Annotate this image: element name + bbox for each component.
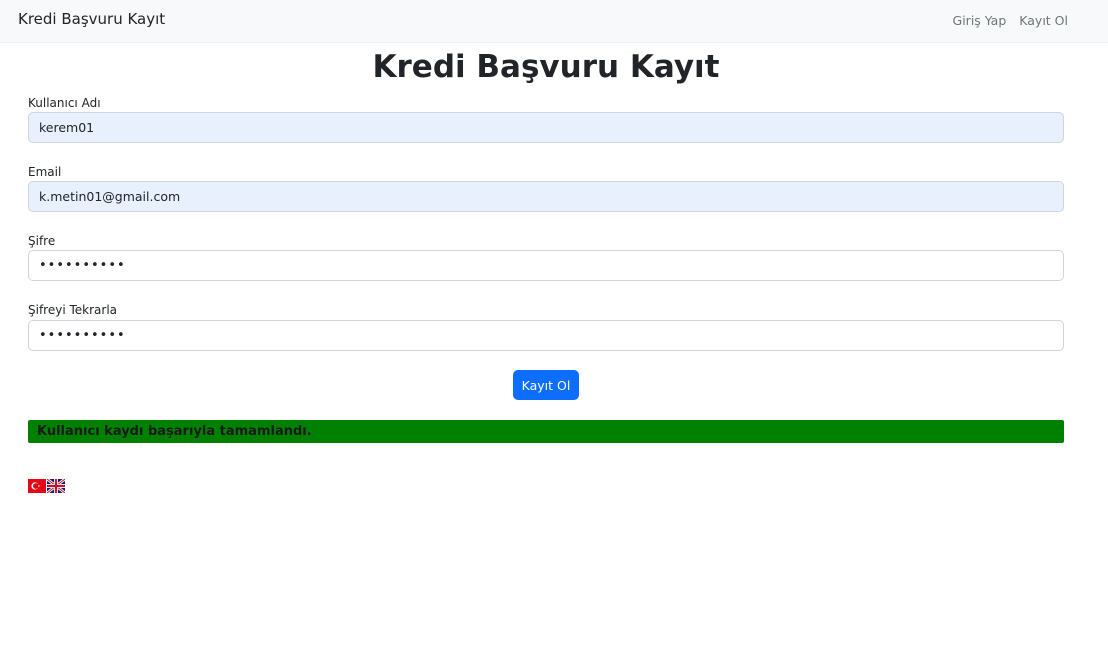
- register-button[interactable]: Kayıt Ol: [513, 370, 579, 400]
- turkey-flag-icon[interactable]: [28, 479, 46, 493]
- nav-link-register[interactable]: Kayıt Ol: [1019, 13, 1068, 28]
- username-label: Kullanıcı Adı: [28, 96, 101, 110]
- page-title: Kredi Başvuru Kayıt: [372, 49, 720, 85]
- navbar-brand[interactable]: Kredi Başvuru Kayıt: [18, 10, 165, 28]
- username-field[interactable]: [28, 112, 1064, 143]
- language-switcher: [28, 479, 65, 493]
- email-label: Email: [28, 165, 62, 179]
- navbar: Kredi Başvuru Kayıt Giriş Yap Kayıt Ol: [0, 0, 1108, 43]
- password-repeat-field[interactable]: [28, 320, 1064, 351]
- nav-link-login[interactable]: Giriş Yap: [953, 13, 1007, 28]
- password-field[interactable]: [28, 250, 1064, 281]
- uk-flag-icon[interactable]: [47, 479, 65, 493]
- success-alert: Kullanıcı kaydı başarıyla tamamlandı.: [28, 420, 1064, 443]
- password-label: Şifre: [28, 234, 56, 248]
- password-repeat-label: Şifreyi Tekrarla: [28, 303, 118, 317]
- navbar-links: Giriş Yap Kayıt Ol: [953, 13, 1068, 28]
- email-field[interactable]: [28, 181, 1064, 212]
